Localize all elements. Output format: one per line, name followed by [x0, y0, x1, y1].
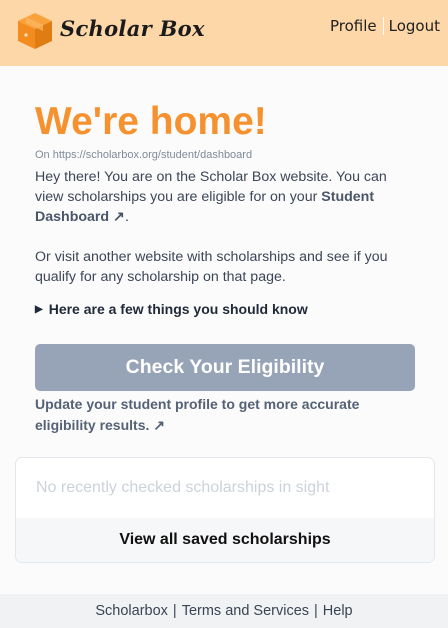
check-eligibility-button[interactable]: Check Your Eligibility	[35, 344, 415, 391]
footer-separator: |	[172, 603, 177, 619]
logout-link[interactable]: Logout	[389, 17, 440, 35]
things-to-know-label: Here are a few things you should know	[48, 301, 308, 317]
page-title: We're home!	[35, 100, 267, 143]
footer-terms-link[interactable]: Terms and Services	[182, 603, 309, 619]
app-header: Scholar Box Profile Logout	[0, 0, 448, 66]
update-profile-link[interactable]: Update your student profile to get more …	[35, 394, 415, 436]
footer-help-link[interactable]: Help	[323, 603, 353, 619]
top-nav: Profile Logout	[330, 17, 440, 35]
main-content: We're home! On https://scholarbox.org/st…	[35, 96, 415, 317]
footer-separator: |	[314, 603, 318, 619]
intro-end: .	[124, 209, 129, 225]
other-sites-paragraph: Or visit another website with scholarshi…	[35, 249, 388, 285]
empty-state-text: No recently checked scholarships in sigh…	[36, 479, 330, 496]
nav-divider	[382, 17, 384, 35]
things-to-know-toggle[interactable]: ▶ Here are a few things you should know	[35, 301, 415, 317]
footer: Scholarbox | Terms and Services | Help	[0, 594, 448, 628]
saved-scholarships-card: No recently checked scholarships in sigh…	[15, 457, 435, 563]
disclosure-triangle-icon: ▶	[35, 303, 43, 315]
intro-paragraph: Hey there! You are on the Scholar Box we…	[35, 167, 415, 227]
box-logo-icon[interactable]	[16, 11, 54, 51]
footer-scholarbox-link[interactable]: Scholarbox	[95, 603, 168, 619]
brand-name[interactable]: Scholar Box	[60, 16, 205, 41]
current-url: On https://scholarbox.org/student/dashbo…	[35, 149, 253, 161]
view-saved-scholarships-button[interactable]: View all saved scholarships	[16, 518, 434, 562]
profile-link[interactable]: Profile	[330, 17, 377, 35]
